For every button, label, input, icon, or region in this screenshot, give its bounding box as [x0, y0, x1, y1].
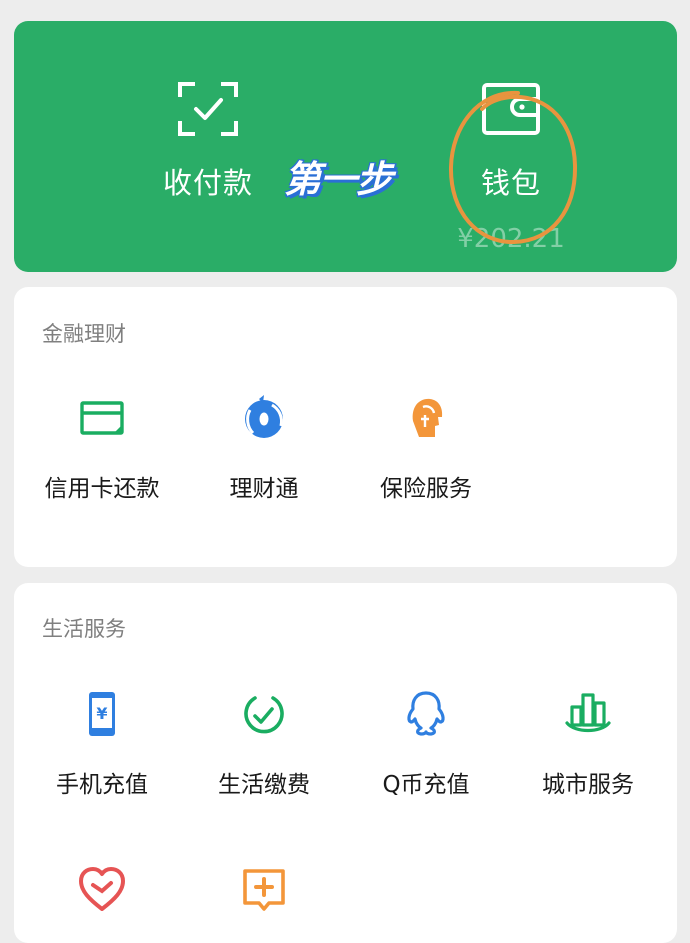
- phone-topup[interactable]: ¥ 手机充值: [21, 689, 183, 799]
- city-services[interactable]: 城市服务: [507, 689, 669, 799]
- finance-section-title: 金融理财: [42, 322, 126, 346]
- medical-service[interactable]: [183, 865, 345, 941]
- wallet-button[interactable]: 钱包: [431, 81, 591, 202]
- life-services-section: 生活服务 ¥ 手机充值 生活缴费 Q币充值 城市服务: [14, 583, 677, 943]
- insurance-icon: [412, 398, 443, 437]
- charity-service[interactable]: [21, 865, 183, 941]
- wallet-balance: ¥202.21: [457, 224, 565, 254]
- finance-item-label: 信用卡还款: [44, 476, 160, 502]
- svg-text:¥: ¥: [96, 704, 107, 723]
- utility-bill-icon: [244, 696, 284, 734]
- credit-card-icon: [80, 401, 124, 435]
- utility-bills[interactable]: 生活缴费: [183, 689, 345, 799]
- step-one-annotation: 第一步: [284, 158, 393, 201]
- life-item-label: 手机充值: [56, 772, 148, 798]
- finance-item-label: 保险服务: [380, 476, 472, 502]
- q-coin-topup[interactable]: Q币充值: [345, 689, 507, 799]
- finance-item-label: 理财通: [229, 476, 299, 502]
- life-section-title: 生活服务: [42, 617, 126, 641]
- life-item-label: 城市服务: [542, 772, 634, 798]
- finance-section: 金融理财 信用卡还款 理财通 保险服务: [14, 287, 677, 567]
- medical-plus-icon: [243, 869, 285, 911]
- insurance-service[interactable]: 保险服务: [345, 393, 507, 503]
- wallet-icon: [482, 83, 540, 135]
- charity-heart-icon: [79, 867, 125, 911]
- pay-receive-button[interactable]: 收付款: [128, 81, 288, 202]
- wealth-management[interactable]: 理财通: [183, 393, 345, 503]
- credit-card-repayment[interactable]: 信用卡还款: [21, 393, 183, 503]
- wealth-icon: [245, 395, 283, 438]
- life-item-label: 生活缴费: [218, 772, 310, 798]
- phone-topup-icon: ¥: [89, 692, 115, 736]
- pay-receive-label: 收付款: [162, 166, 253, 200]
- wallet-header-card: 收付款 第一步 钱包 ¥202.21: [14, 21, 677, 272]
- city-service-icon: [565, 693, 611, 733]
- life-item-label: Q币充值: [382, 772, 470, 798]
- scan-check-icon: [178, 82, 238, 136]
- wallet-label: 钱包: [480, 166, 541, 200]
- qq-coin-icon: [407, 691, 445, 736]
